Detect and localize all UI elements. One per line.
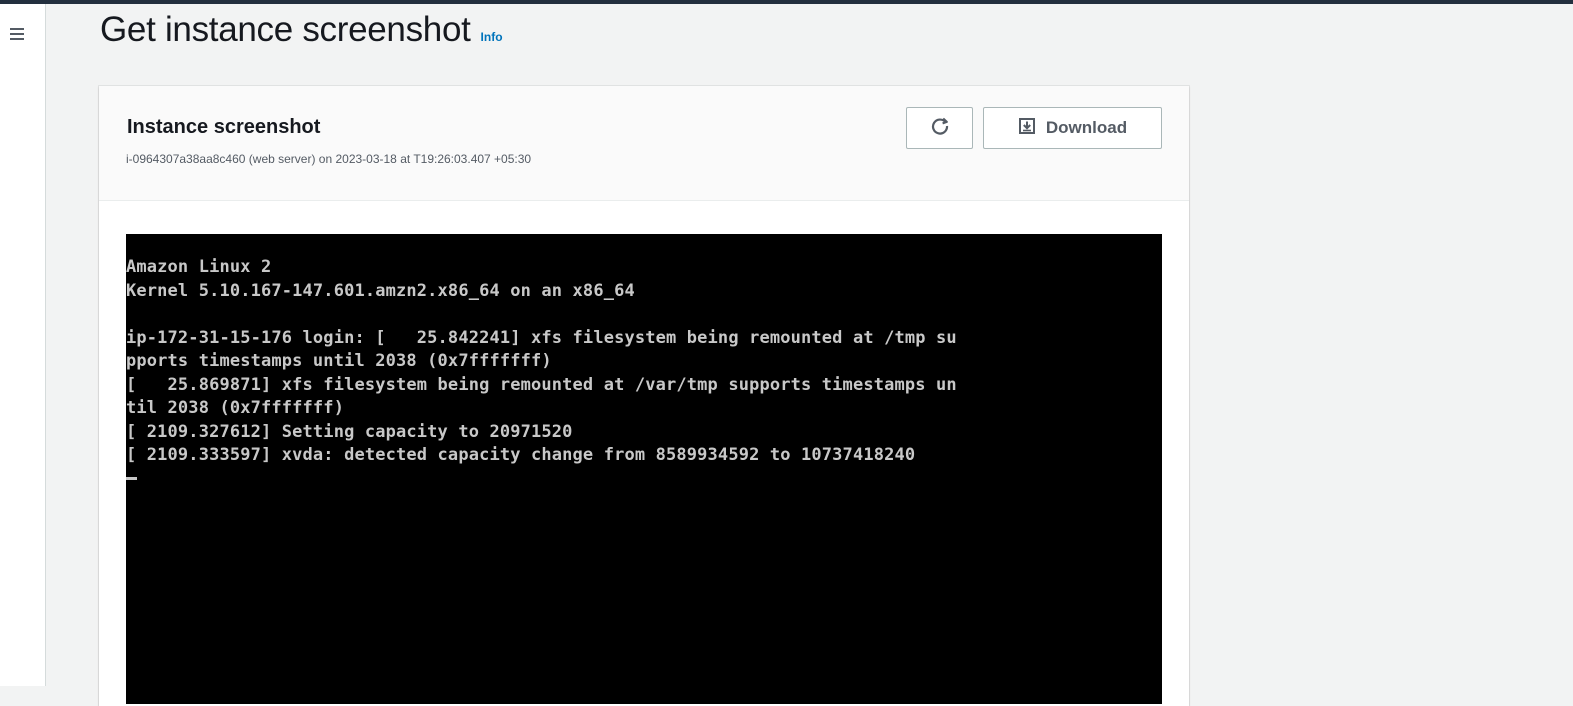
info-link[interactable]: Info: [481, 30, 503, 44]
refresh-icon: [930, 116, 950, 141]
console-line: [ 2109.333597] xvda: detected capacity c…: [126, 445, 916, 465]
console-line: Kernel 5.10.167-147.601.amzn2.x86_64 on …: [126, 280, 635, 301]
download-button-label: Download: [1045, 118, 1128, 137]
console-cursor: [126, 477, 137, 480]
console-line: Amazon Linux 2: [126, 257, 272, 277]
panel-header: Instance screenshot i-0964307a38aa8c460 …: [99, 86, 1189, 201]
console-line: [ 25.869871] xfs filesystem being remoun…: [126, 374, 957, 395]
refresh-button[interactable]: [906, 107, 973, 149]
console-line: [ 2109.327612] Setting capacity to 20971…: [126, 421, 573, 442]
console-output: Amazon Linux 2 Kernel 5.10.167-147.601.a…: [126, 234, 1162, 491]
download-button[interactable]: Download: [983, 107, 1162, 149]
screenshot-details: i-0964307a38aa8c460 (web server) on 2023…: [126, 152, 532, 166]
instance-screenshot-panel: Instance screenshot i-0964307a38aa8c460 …: [99, 86, 1189, 706]
side-navigation: [0, 4, 46, 686]
hamburger-menu-icon[interactable]: [9, 26, 27, 42]
page-title: Get instance screenshot: [100, 10, 471, 49]
panel-title: Instance screenshot: [127, 116, 321, 138]
console-line: til 2038 (0x7fffffff): [126, 398, 345, 418]
console-line: pports timestamps until 2038 (0x7fffffff…: [126, 351, 552, 371]
download-icon: [1018, 117, 1036, 140]
page-header: Get instance screenshot Info: [100, 10, 503, 60]
instance-console-screenshot: Amazon Linux 2 Kernel 5.10.167-147.601.a…: [126, 234, 1162, 704]
top-bar: [0, 0, 1573, 4]
console-line: ip-172-31-15-176 login: [ 25.842241] xfs…: [126, 327, 957, 348]
